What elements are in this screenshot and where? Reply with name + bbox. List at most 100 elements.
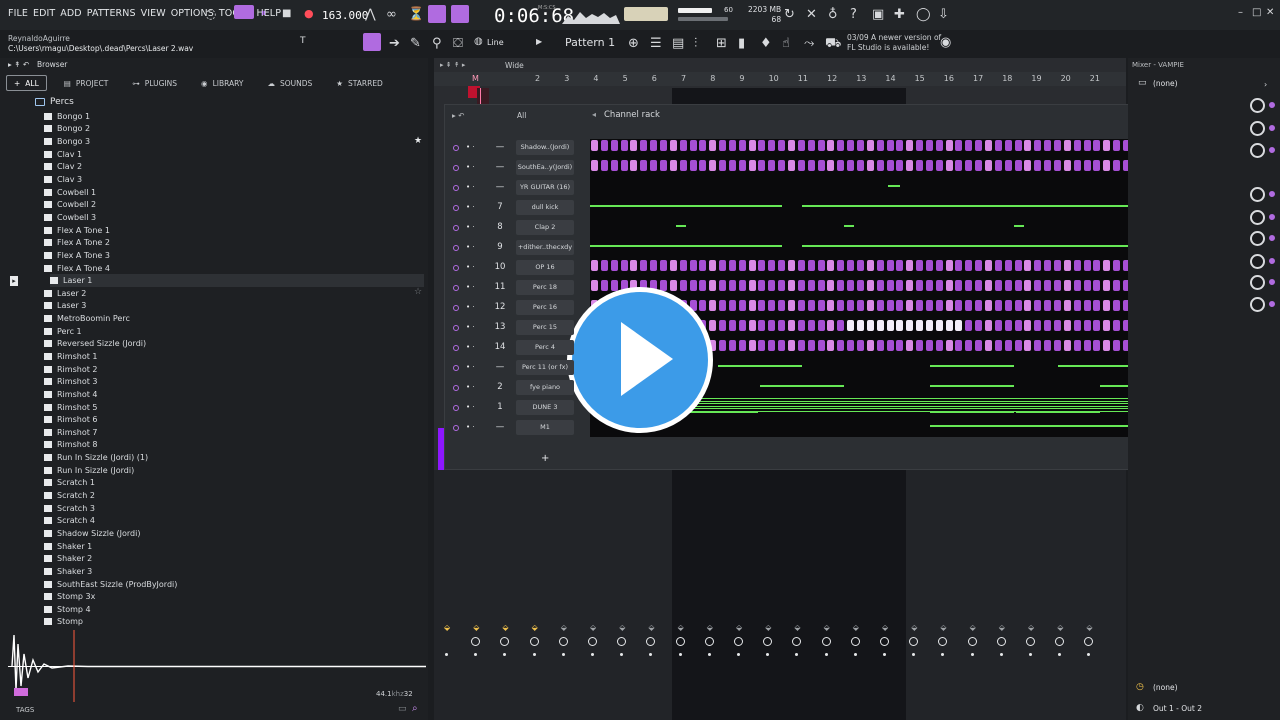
step-button[interactable]	[738, 300, 746, 311]
step-button[interactable]	[719, 340, 727, 351]
step-button[interactable]	[1034, 260, 1042, 271]
step-button[interactable]	[876, 260, 884, 271]
step-button[interactable]	[906, 320, 914, 331]
step-button[interactable]	[1093, 280, 1101, 291]
step-button[interactable]	[827, 280, 835, 291]
step-button[interactable]	[728, 260, 736, 271]
channel-led[interactable]	[453, 185, 459, 191]
file-item[interactable]: Cowbell 1	[44, 186, 424, 199]
mixer-send-arrow[interactable]: ⬙	[736, 623, 742, 632]
step-button[interactable]	[1083, 140, 1091, 151]
rack-menu-icon[interactable]: ▸ ↶	[452, 111, 464, 120]
step-button[interactable]	[906, 340, 914, 351]
step-button[interactable]	[610, 280, 618, 291]
cart-icon[interactable]: ⛟	[825, 37, 841, 50]
file-item[interactable]: Reversed Sizzle (Jordi)	[44, 338, 424, 351]
save-icon[interactable]: ▣	[872, 8, 884, 21]
step-button[interactable]	[1014, 300, 1022, 311]
channel-number[interactable]: —	[488, 162, 512, 172]
step-button[interactable]	[994, 340, 1002, 351]
step-button[interactable]	[985, 280, 992, 291]
step-button[interactable]	[758, 340, 766, 351]
step-button[interactable]	[985, 320, 992, 331]
step-button[interactable]	[768, 300, 776, 311]
step-button[interactable]	[669, 260, 677, 271]
step-button[interactable]	[866, 320, 874, 331]
step-button[interactable]	[916, 160, 924, 171]
step-button[interactable]	[591, 160, 598, 171]
step-button[interactable]	[896, 300, 904, 311]
chevron-right-icon[interactable]: ▶	[536, 38, 542, 46]
step-button[interactable]	[965, 160, 973, 171]
channel-number[interactable]: 14	[488, 342, 512, 352]
mixer-slot-knob[interactable]	[1250, 231, 1265, 246]
step-button[interactable]	[797, 160, 805, 171]
step-button[interactable]	[1034, 340, 1042, 351]
step-button[interactable]	[1103, 260, 1111, 271]
step-button[interactable]	[1024, 140, 1032, 151]
file-item[interactable]: Scratch 2	[44, 489, 424, 502]
channel-name-button[interactable]: Perc 15	[516, 320, 574, 335]
mixer-route-dot[interactable]	[678, 653, 682, 656]
ruler-bar-18[interactable]: 18	[1002, 74, 1012, 83]
close-icon[interactable]: ✕	[1266, 8, 1274, 18]
step-button[interactable]	[807, 140, 815, 151]
insert-arrow-icon[interactable]: ›	[1264, 80, 1267, 89]
tools-icon[interactable]: ✕	[806, 8, 817, 21]
mixer-slot-knob[interactable]	[1250, 143, 1265, 158]
channel-number[interactable]: 10	[488, 262, 512, 272]
step-button[interactable]	[807, 280, 815, 291]
step-button[interactable]	[788, 320, 795, 331]
mixer-send-arrow[interactable]: ⬙	[532, 623, 538, 632]
file-item[interactable]: Flex A Tone 3	[44, 249, 424, 262]
step-button[interactable]	[728, 340, 736, 351]
step-button[interactable]	[699, 300, 707, 311]
mixer-slot-knob[interactable]	[1250, 275, 1265, 290]
ruler-bar-17[interactable]: 17	[973, 74, 983, 83]
file-item[interactable]: Flex A Tone 2	[44, 236, 424, 249]
step-button[interactable]	[896, 280, 904, 291]
star-icon[interactable]: ★	[414, 136, 422, 146]
ruler-bar-6[interactable]: 6	[652, 74, 657, 83]
mixer-route-dot[interactable]	[853, 653, 857, 656]
plugin-icon[interactable]: ✚	[894, 8, 905, 21]
pattern-selector[interactable]: Pattern 1	[565, 36, 615, 49]
file-item[interactable]: Run In Sizzle (Jordi)	[44, 464, 424, 477]
mixer-pan-knob[interactable]	[588, 637, 597, 646]
file-item[interactable]: Flex A Tone 4	[44, 262, 424, 275]
step-button[interactable]	[916, 140, 924, 151]
step-button[interactable]	[945, 260, 953, 271]
file-item[interactable]: Bongo 3	[44, 135, 424, 148]
file-item[interactable]: Rimshot 4	[44, 388, 424, 401]
step-button[interactable]	[1063, 140, 1071, 151]
step-button[interactable]	[728, 320, 736, 331]
step-button[interactable]	[1093, 340, 1101, 351]
step-button[interactable]	[994, 160, 1002, 171]
master-pitch-slider[interactable]	[678, 17, 728, 21]
channel-number[interactable]: 13	[488, 322, 512, 332]
step-button[interactable]	[925, 260, 933, 271]
step-button[interactable]	[1044, 160, 1052, 171]
mixer-output[interactable]: Out 1 - Out 2	[1153, 704, 1202, 713]
mixer-send-arrow[interactable]: ⬙	[678, 623, 684, 632]
mixer-slot-led[interactable]	[1269, 214, 1275, 220]
step-button[interactable]	[916, 280, 924, 291]
step-button[interactable]	[1073, 160, 1081, 171]
step-button[interactable]	[876, 280, 884, 291]
rack-filter[interactable]: All	[517, 111, 526, 120]
step-button[interactable]	[699, 140, 707, 151]
channel-controls[interactable]: • ·	[466, 243, 475, 251]
step-button[interactable]	[896, 160, 904, 171]
channel-led[interactable]	[453, 305, 459, 311]
step-button[interactable]	[1034, 300, 1042, 311]
channel-controls[interactable]: • ·	[466, 223, 475, 231]
mixer-route-dot[interactable]	[883, 653, 886, 656]
file-item[interactable]: Flex A Tone 1	[44, 224, 424, 237]
step-button[interactable]	[1113, 140, 1121, 151]
channel-rack-icon[interactable]: ⊞	[716, 37, 727, 50]
ruler-bar-19[interactable]: 19	[1031, 74, 1041, 83]
step-button[interactable]	[827, 320, 835, 331]
mixer-slot-led[interactable]	[1269, 279, 1275, 285]
minimize-icon[interactable]: –	[1238, 8, 1243, 18]
step-button[interactable]	[817, 280, 825, 291]
